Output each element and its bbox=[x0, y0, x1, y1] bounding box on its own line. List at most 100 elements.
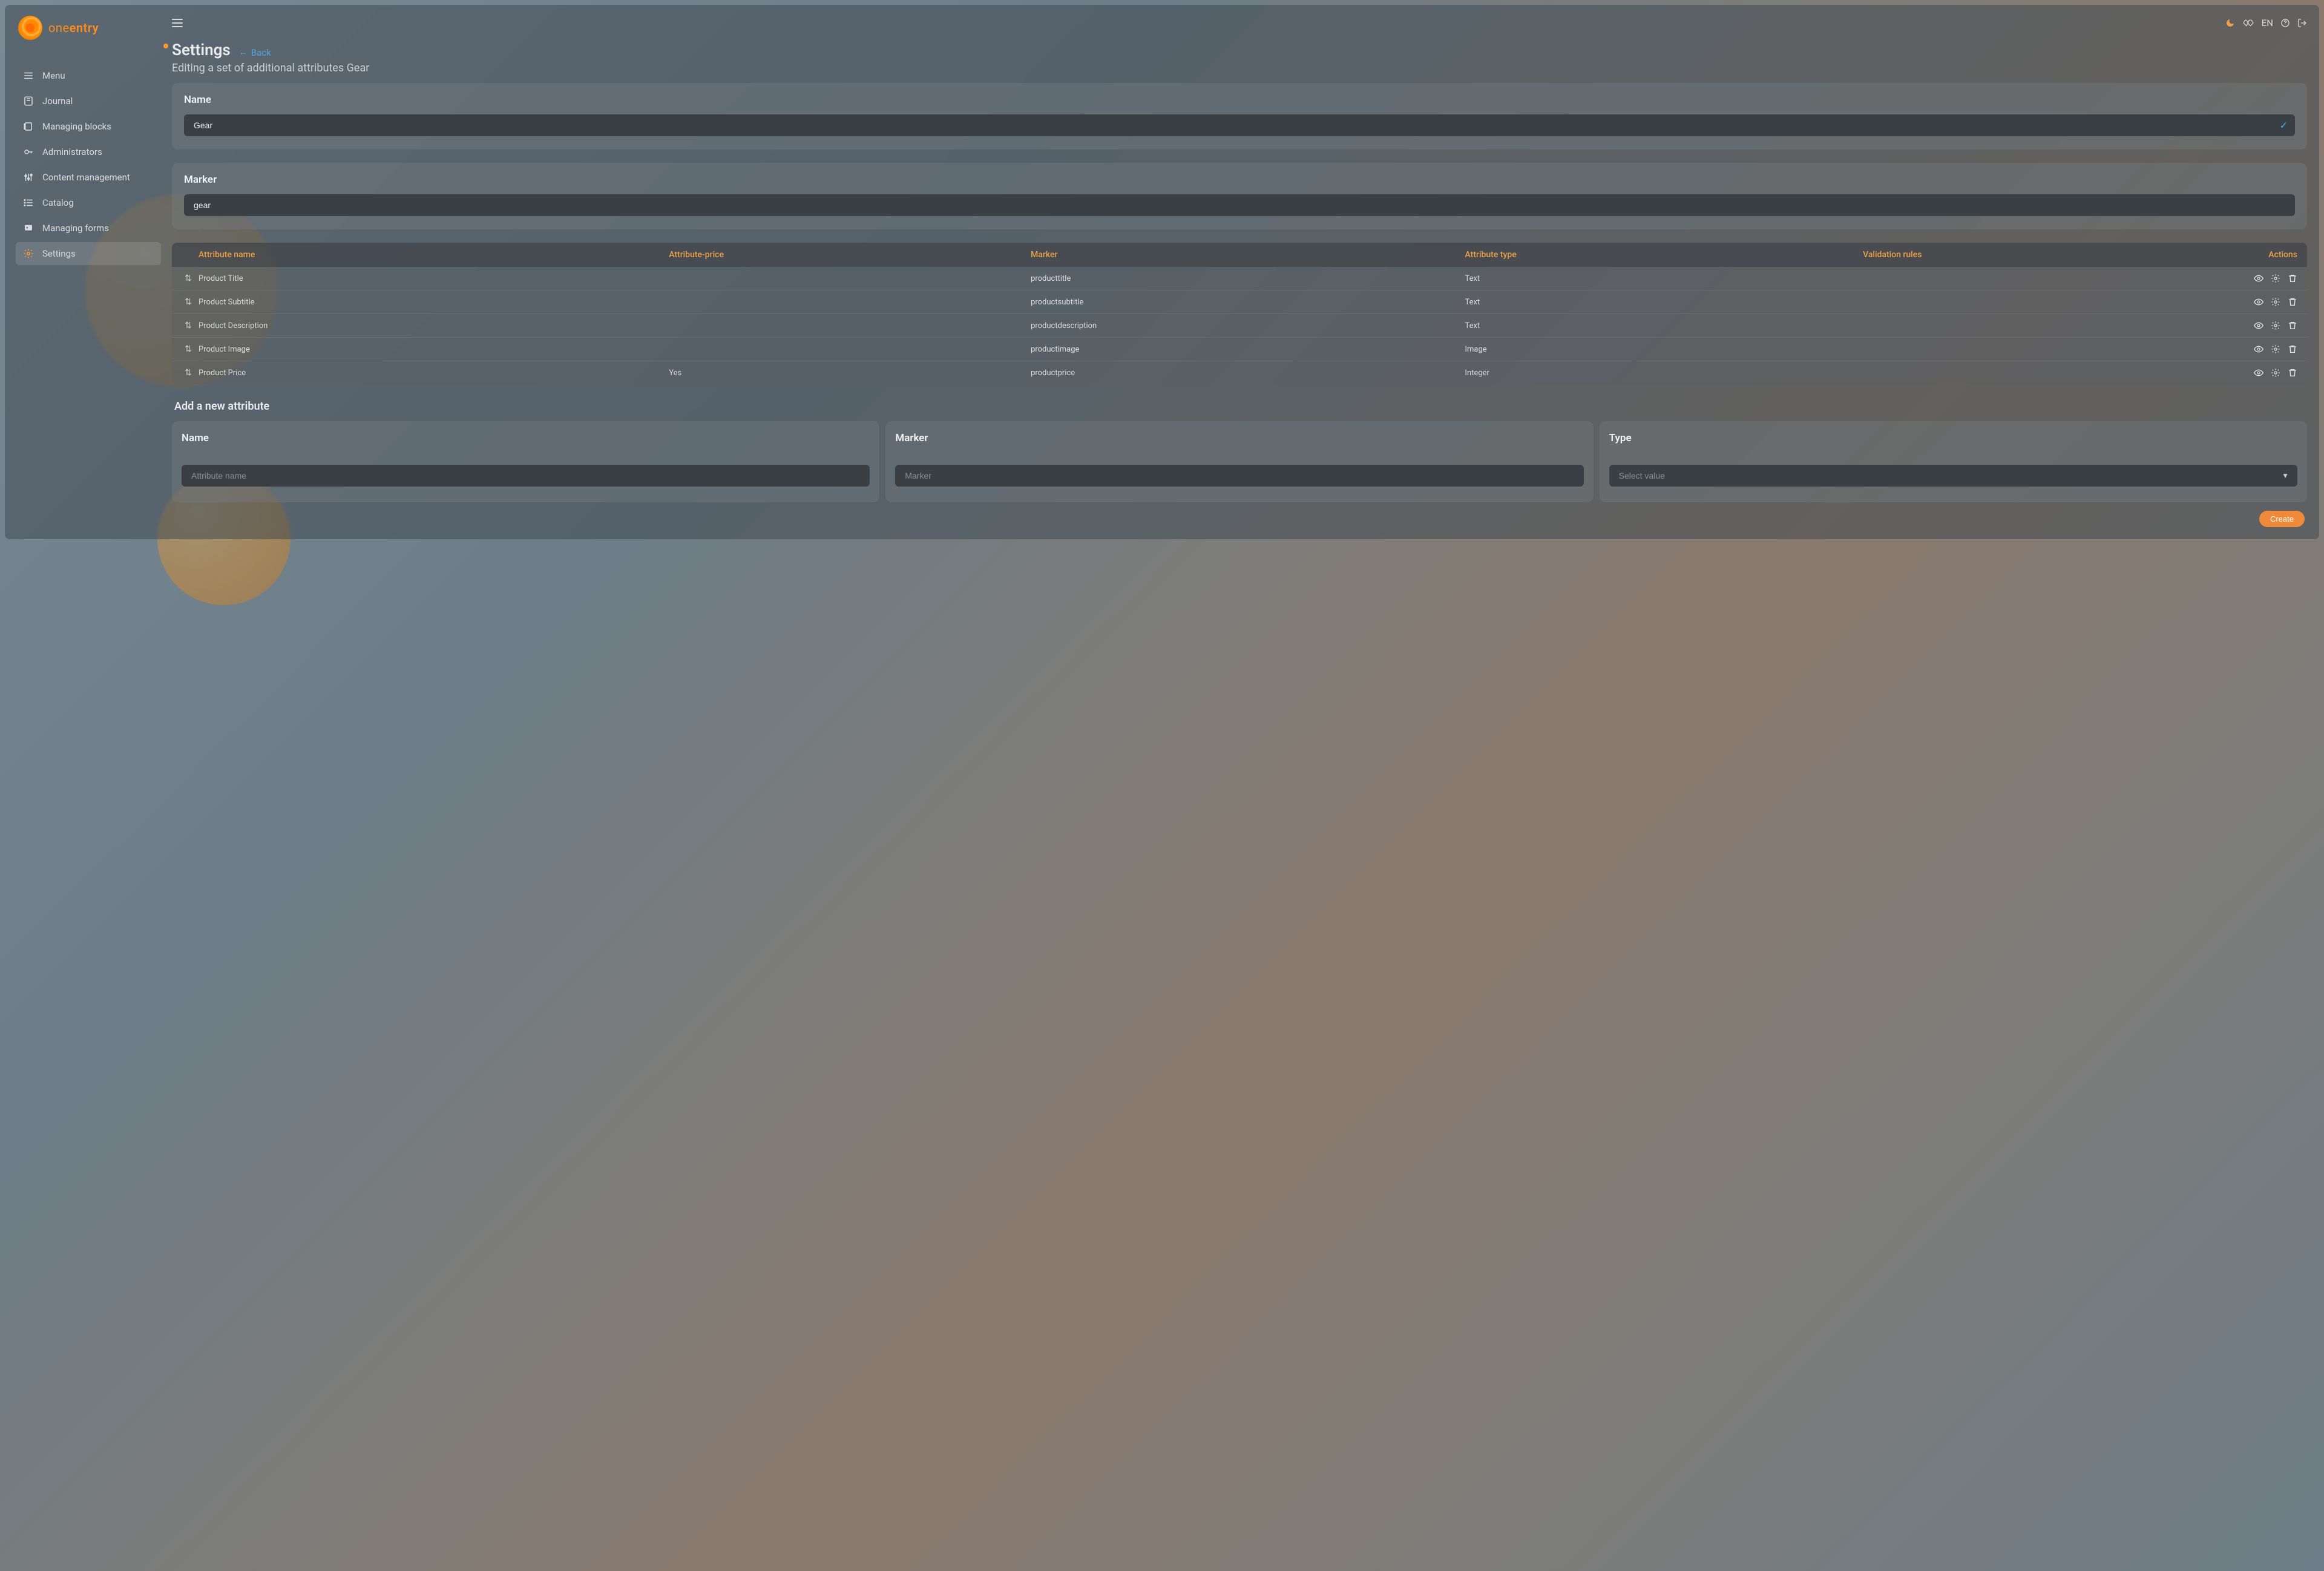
cell-price: Yes bbox=[669, 369, 1031, 378]
help-icon[interactable] bbox=[2280, 18, 2290, 28]
th-type[interactable]: Attribute type bbox=[1465, 250, 1863, 260]
gear-icon bbox=[23, 248, 34, 259]
th-rules[interactable]: Validation rules bbox=[1863, 250, 2225, 260]
theme-toggle-icon[interactable] bbox=[2225, 18, 2235, 28]
cell-marker: productsubtitle bbox=[1031, 298, 1465, 307]
new-marker-panel: Marker bbox=[885, 421, 1593, 502]
sidebar-item-label: Menu bbox=[42, 70, 65, 81]
language-switch[interactable]: EN bbox=[2262, 18, 2273, 28]
table-row: ⇅Product ImageproductimageImage bbox=[172, 337, 2307, 361]
th-marker[interactable]: Marker bbox=[1031, 250, 1465, 260]
cell-actions bbox=[2225, 368, 2297, 378]
sidebar-item-label: Catalog bbox=[42, 197, 74, 208]
drag-handle-icon[interactable]: ⇅ bbox=[178, 368, 199, 378]
sidebar-item-label: Settings bbox=[42, 248, 76, 259]
sidebar-item-forms[interactable]: Managing forms bbox=[16, 217, 161, 240]
sidebar-item-blocks[interactable]: Managing blocks bbox=[16, 115, 161, 138]
sidebar-item-settings[interactable]: Settings bbox=[16, 242, 161, 265]
sliders-icon bbox=[23, 172, 34, 183]
sidebar-item-catalog[interactable]: Catalog bbox=[16, 191, 161, 214]
delete-icon[interactable] bbox=[2288, 344, 2297, 354]
cell-type: Integer bbox=[1465, 369, 1863, 378]
new-marker-input[interactable] bbox=[895, 465, 1583, 487]
cell-marker: producttitle bbox=[1031, 274, 1465, 283]
blocks-icon bbox=[23, 121, 34, 132]
delete-icon[interactable] bbox=[2288, 321, 2297, 330]
brand-logo[interactable]: oneentry bbox=[18, 16, 161, 40]
cell-type: Text bbox=[1465, 298, 1863, 307]
marker-label: Marker bbox=[184, 174, 2295, 186]
sidebar-toggle-icon[interactable] bbox=[172, 19, 183, 27]
table-row: ⇅Product Subtitle productsubtitleText bbox=[172, 290, 2307, 313]
cell-name: Product Price bbox=[199, 369, 669, 378]
diamond-icon[interactable] bbox=[2242, 18, 2254, 28]
table-row: ⇅Product TitleproducttitleText bbox=[172, 267, 2307, 290]
drag-handle-icon[interactable]: ⇅ bbox=[178, 321, 199, 330]
drag-handle-icon[interactable]: ⇅ bbox=[178, 274, 199, 283]
cell-type: Text bbox=[1465, 321, 1863, 330]
name-input[interactable] bbox=[184, 114, 2295, 136]
sidebar-item-label: Content management bbox=[42, 172, 130, 183]
page-title: Settings bbox=[172, 41, 231, 59]
name-label: Name bbox=[184, 94, 2295, 106]
sidebar-nav: Menu Journal Managing blocks bbox=[16, 64, 161, 265]
logout-icon[interactable] bbox=[2297, 18, 2307, 28]
menu-icon bbox=[23, 70, 34, 81]
view-icon[interactable] bbox=[2254, 274, 2263, 283]
key-icon bbox=[23, 146, 34, 157]
marker-input[interactable] bbox=[184, 194, 2295, 216]
sidebar-item-content[interactable]: Content management bbox=[16, 166, 161, 189]
settings-icon[interactable] bbox=[2271, 274, 2280, 283]
th-actions: Actions bbox=[2225, 250, 2297, 260]
cell-type: Image bbox=[1465, 345, 1863, 354]
view-icon[interactable] bbox=[2254, 321, 2263, 330]
add-attribute-row: Name Marker Type ▼ bbox=[172, 421, 2307, 502]
new-name-input[interactable] bbox=[182, 465, 870, 487]
logo-icon bbox=[18, 16, 42, 40]
sidebar-item-journal[interactable]: Journal bbox=[16, 90, 161, 113]
add-attribute-title: Add a new attribute bbox=[174, 400, 2307, 413]
cell-actions bbox=[2225, 344, 2297, 354]
delete-icon[interactable] bbox=[2288, 274, 2297, 283]
settings-icon[interactable] bbox=[2271, 297, 2280, 307]
check-icon: ✓ bbox=[2280, 120, 2288, 131]
new-name-label: Name bbox=[182, 432, 870, 444]
cell-marker: productdescription bbox=[1031, 321, 1465, 330]
cell-actions bbox=[2225, 321, 2297, 330]
drag-handle-icon[interactable]: ⇅ bbox=[178, 297, 199, 307]
new-type-select[interactable] bbox=[1609, 465, 2297, 487]
settings-icon[interactable] bbox=[2271, 344, 2280, 354]
sidebar: oneentry Menu Journal bbox=[5, 5, 168, 539]
name-panel: Name ✓ bbox=[172, 83, 2307, 149]
view-icon[interactable] bbox=[2254, 368, 2263, 378]
delete-icon[interactable] bbox=[2288, 368, 2297, 378]
attributes-table: Attribute name Attribute-price Marker At… bbox=[172, 243, 2307, 384]
new-type-label: Type bbox=[1609, 432, 2297, 444]
table-row: ⇅Product DescriptionproductdescriptionTe… bbox=[172, 313, 2307, 337]
sidebar-item-label: Journal bbox=[42, 96, 73, 107]
page-subtitle: Editing a set of additional attributes G… bbox=[172, 62, 2307, 74]
app-window: oneentry Menu Journal bbox=[5, 5, 2319, 539]
th-price[interactable]: Attribute-price bbox=[669, 250, 1031, 260]
forms-icon bbox=[23, 223, 34, 234]
cell-name: Product Image bbox=[199, 345, 669, 354]
table-header: Attribute name Attribute-price Marker At… bbox=[172, 243, 2307, 267]
list-icon bbox=[23, 197, 34, 208]
cell-name: Product Title bbox=[199, 274, 669, 283]
sidebar-item-label: Administrators bbox=[42, 146, 102, 157]
create-button[interactable]: Create bbox=[2259, 511, 2305, 527]
cell-name: Product Subtitle bbox=[199, 298, 669, 307]
settings-icon[interactable] bbox=[2271, 368, 2280, 378]
view-icon[interactable] bbox=[2254, 297, 2263, 307]
status-dot-icon bbox=[163, 44, 168, 48]
th-name[interactable]: Attribute name bbox=[199, 250, 669, 260]
sidebar-item-menu[interactable]: Menu bbox=[16, 64, 161, 87]
sidebar-item-admins[interactable]: Administrators bbox=[16, 140, 161, 163]
drag-handle-icon[interactable]: ⇅ bbox=[178, 344, 199, 354]
view-icon[interactable] bbox=[2254, 344, 2263, 354]
new-type-panel: Type ▼ bbox=[1600, 421, 2307, 502]
settings-icon[interactable] bbox=[2271, 321, 2280, 330]
back-link[interactable]: ← Back bbox=[239, 47, 271, 58]
delete-icon[interactable] bbox=[2288, 297, 2297, 307]
sidebar-item-label: Managing forms bbox=[42, 223, 109, 234]
